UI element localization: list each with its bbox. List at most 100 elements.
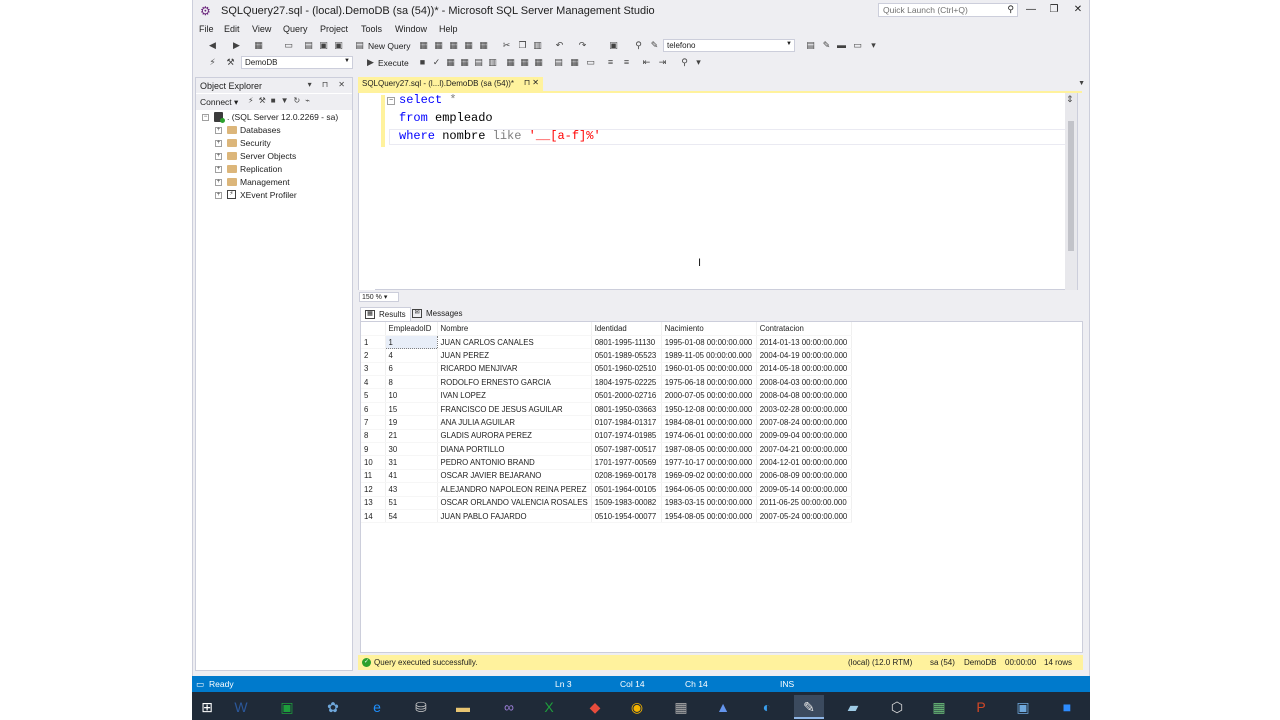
table-row[interactable]: 14 54 JUAN PABLO FAJARDO 0510-1954-00077 195…: [361, 509, 852, 524]
ssms-taskbar-icon[interactable]: ⛁: [406, 695, 436, 719]
menu-view[interactable]: View: [252, 24, 271, 34]
connect-icon[interactable]: ⚡: [207, 57, 218, 68]
cell-contratacion[interactable]: 2008-04-03 00:00:00.000: [756, 375, 852, 390]
menu-edit[interactable]: Edit: [224, 24, 240, 34]
find-in-files-icon[interactable]: ✎: [649, 40, 660, 51]
tree-server-node[interactable]: − . (SQL Server 12.0.2269 - sa): [196, 112, 352, 124]
tree-node-server-objects[interactable]: + Server Objects: [196, 151, 352, 163]
expand-icon[interactable]: +: [215, 166, 222, 173]
cell-identidad[interactable]: 0501-1964-00105: [591, 482, 662, 497]
results-to-text-icon[interactable]: ▤: [553, 57, 564, 68]
col-header-empleadoid[interactable]: EmpleadoID: [385, 322, 438, 336]
query-icon-3[interactable]: ▦: [448, 40, 459, 51]
cell-nombre[interactable]: ANA JULIA AGUILAR: [437, 415, 592, 430]
cell-empleadoid[interactable]: 43: [385, 482, 438, 497]
forward-icon[interactable]: ▶: [231, 40, 242, 51]
cell-nombre[interactable]: DIANA PORTILLO: [437, 442, 592, 457]
cell-contratacion[interactable]: 2003-02-28 00:00:00.000: [756, 402, 852, 417]
cell-identidad[interactable]: 0507-1987-00517: [591, 442, 662, 457]
toolbar-overflow-icon[interactable]: ▾: [868, 40, 879, 51]
display-plan-icon[interactable]: ▦: [445, 57, 456, 68]
file-explorer-icon[interactable]: ▬: [448, 695, 478, 719]
collapse-icon[interactable]: −: [387, 97, 395, 105]
find-icon[interactable]: ⚲: [633, 40, 644, 51]
decrease-indent-icon[interactable]: ⇤: [641, 57, 652, 68]
cell-nombre[interactable]: FRANCISCO DE JESUS AGUILAR: [437, 402, 592, 417]
cell-contratacion[interactable]: 2007-04-21 00:00:00.000: [756, 442, 852, 457]
specify-values-icon[interactable]: ⚲: [679, 57, 690, 68]
cell-nombre[interactable]: RICARDO MENJIVAR: [437, 362, 592, 377]
cell-nombre[interactable]: ALEJANDRO NAPOLEON REINA PEREZ: [437, 482, 592, 497]
editor-scrollbar[interactable]: ⇕: [1065, 93, 1077, 290]
copy-icon[interactable]: ❐: [517, 40, 528, 51]
cell-nacimiento[interactable]: 1969-09-02 00:00:00.000: [661, 469, 757, 484]
intellisense-icon[interactable]: ▥: [487, 57, 498, 68]
cell-empleadoid[interactable]: 4: [385, 348, 438, 363]
visual-studio-icon[interactable]: ∞: [494, 695, 524, 719]
cell-identidad[interactable]: 0510-1954-00077: [591, 509, 662, 524]
add-item-icon[interactable]: ▭: [283, 40, 294, 51]
store-icon[interactable]: ▣: [272, 695, 302, 719]
cell-contratacion[interactable]: 2011-06-25 00:00:00.000: [756, 496, 852, 510]
back-icon[interactable]: ◀: [207, 40, 218, 51]
cell-identidad[interactable]: 0208-1969-00178: [591, 469, 662, 484]
undo-icon[interactable]: ↶: [554, 40, 565, 51]
cell-empleadoid[interactable]: 54: [385, 509, 438, 524]
cell-nombre[interactable]: PEDRO ANTONIO BRAND: [437, 455, 592, 470]
parse-icon[interactable]: ✓: [431, 57, 442, 68]
expand-icon[interactable]: +: [215, 192, 222, 199]
cell-contratacion[interactable]: 2009-05-14 00:00:00.000: [756, 482, 852, 497]
cell-nacimiento[interactable]: 1975-06-18 00:00:00.000: [661, 375, 757, 390]
cell-nacimiento[interactable]: 1987-08-05 00:00:00.000: [661, 442, 757, 457]
cell-identidad[interactable]: 0801-1950-03663: [591, 402, 662, 417]
maximize-button[interactable]: ❐: [1044, 3, 1064, 17]
cell-nombre[interactable]: OSCAR ORLANDO VALENCIA ROSALES: [437, 496, 592, 510]
calculator-icon[interactable]: ▦: [666, 695, 696, 719]
connect-button[interactable]: Connect: [200, 97, 232, 107]
edge-icon[interactable]: ◐: [752, 695, 782, 719]
cell-contratacion[interactable]: 2014-01-13 00:00:00.000: [756, 335, 852, 350]
collapse-icon[interactable]: −: [202, 114, 209, 121]
cell-empleadoid[interactable]: 10: [385, 388, 438, 403]
table-row[interactable]: 5 10 IVAN LOPEZ 0501-2000-02716 2000-07-05 0…: [361, 388, 852, 403]
results-to-grid-icon[interactable]: ▦: [569, 57, 580, 68]
results-to-file-icon[interactable]: ▭: [585, 57, 596, 68]
cell-contratacion[interactable]: 2004-04-19 00:00:00.000: [756, 348, 852, 363]
new-project-icon[interactable]: ▦: [253, 40, 264, 51]
tree-node-databases[interactable]: + Databases: [196, 125, 352, 137]
client-stats-icon[interactable]: ▦: [533, 57, 544, 68]
cell-empleadoid[interactable]: 41: [385, 469, 438, 484]
table-row[interactable]: 2 4 JUAN PEREZ 0501-1989-05523 1989-11-05 00…: [361, 348, 852, 363]
table-row[interactable]: 10 31 PEDRO ANTONIO BRAND 1701-1977-00569 19…: [361, 455, 852, 470]
tree-node-security[interactable]: + Security: [196, 138, 352, 150]
cell-empleadoid[interactable]: 6: [385, 362, 438, 377]
close-tab-icon[interactable]: ✕: [532, 78, 539, 87]
cell-nombre[interactable]: IVAN LOPEZ: [437, 388, 592, 403]
ssms-active-icon[interactable]: ✎: [794, 695, 824, 719]
comment-icon[interactable]: ≡: [605, 57, 616, 68]
object-explorer-tools[interactable]: ⚡⚒■▼↻⌁: [248, 96, 315, 105]
zoom-app-icon[interactable]: ■: [1052, 695, 1082, 719]
stop-icon[interactable]: ■: [417, 57, 428, 68]
query-icon-1[interactable]: ▦: [418, 40, 429, 51]
col-header-nombre[interactable]: Nombre: [437, 322, 592, 336]
cell-nombre[interactable]: OSCAR JAVIER BEJARANO: [437, 469, 592, 484]
open-file-icon[interactable]: ▤: [303, 40, 314, 51]
menu-tools[interactable]: Tools: [361, 24, 382, 34]
toolbox-icon[interactable]: ▬: [836, 40, 847, 51]
tab-messages[interactable]: ✉ Messages: [408, 307, 466, 321]
excel-icon[interactable]: X: [534, 695, 564, 719]
redo-icon[interactable]: ↷: [577, 40, 588, 51]
ie-icon[interactable]: e: [362, 695, 392, 719]
close-button[interactable]: ✕: [1068, 3, 1088, 17]
cell-identidad[interactable]: 0107-1974-01985: [591, 429, 662, 444]
cell-contratacion[interactable]: 2006-08-09 00:00:00.000: [756, 469, 852, 484]
menu-window[interactable]: Window: [395, 24, 427, 34]
query-icon-2[interactable]: ▦: [433, 40, 444, 51]
cell-contratacion[interactable]: 2014-05-18 00:00:00.000: [756, 362, 852, 377]
cell-empleadoid[interactable]: 19: [385, 415, 438, 430]
cell-empleadoid[interactable]: 30: [385, 442, 438, 457]
minimize-button[interactable]: —: [1021, 3, 1041, 17]
cell-identidad[interactable]: 1701-1977-00569: [591, 455, 662, 470]
table-row[interactable]: 4 8 RODOLFO ERNESTO GARCIA 1804-1975-02225 1…: [361, 375, 852, 390]
